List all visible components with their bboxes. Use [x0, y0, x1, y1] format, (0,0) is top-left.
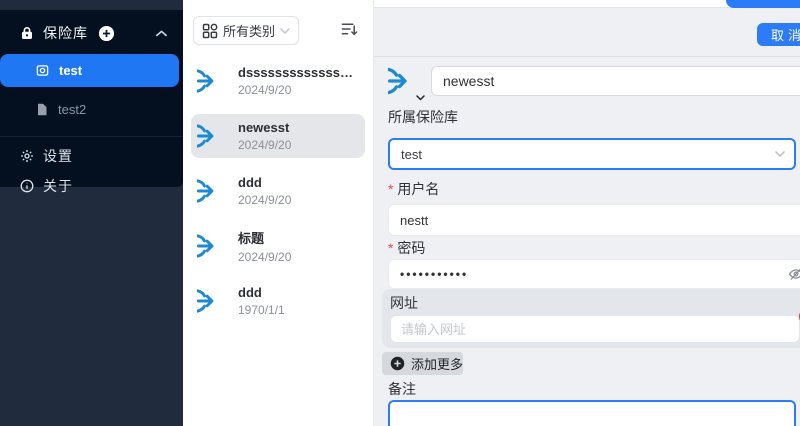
vault-select[interactable]: test: [388, 138, 796, 170]
login-entry-icon: [197, 66, 227, 96]
vault-header: 保险库: [0, 18, 183, 48]
chevron-down-icon: [416, 95, 425, 101]
detail-header: 取消: [374, 9, 800, 57]
entry-date: 1970/1/1: [238, 303, 285, 317]
plus-circle-icon: [390, 356, 405, 371]
vault-section-title: 保险库: [43, 25, 88, 41]
sort-button[interactable]: [341, 21, 358, 37]
add-more-button[interactable]: 添加更多: [382, 352, 464, 375]
login-entry-icon: [197, 121, 227, 151]
category-grid-icon: [202, 23, 218, 39]
lock-icon: [20, 26, 34, 40]
cancel-button[interactable]: 取消: [757, 23, 800, 46]
chevron-down-icon: [775, 151, 785, 157]
entry-row[interactable]: ddd 2024/9/20: [191, 169, 365, 213]
top-bar: [374, 0, 800, 8]
sidebar-item-vault-test2[interactable]: test2: [0, 93, 179, 126]
entry-title-input[interactable]: [431, 66, 800, 96]
url-input[interactable]: [390, 315, 800, 343]
category-filter-label: 所有类别: [223, 24, 276, 39]
add-vault-button[interactable]: [98, 25, 115, 42]
category-filter-dropdown[interactable]: 所有类别: [193, 16, 300, 45]
sidebar-item-settings[interactable]: 设置: [0, 141, 183, 171]
chevron-down-icon: [280, 27, 290, 34]
notes-field-label: 备注: [388, 381, 416, 397]
password-field: [388, 259, 800, 289]
menu-item-label: 关于: [43, 178, 73, 194]
add-more-label: 添加更多: [411, 357, 464, 372]
entry-title-row: [388, 64, 800, 101]
plus-circle-icon: [98, 25, 115, 42]
entry-type-icon[interactable]: [388, 64, 425, 101]
entry-row[interactable]: dsssssssssssssssssssssssssssssss 2024/9/…: [191, 59, 365, 103]
vault-item-label: test: [59, 63, 83, 78]
entry-list-column: 所有类别 dsssssssssssssssssssssssssssssss 20…: [183, 0, 374, 426]
sidebar-item-vault-test[interactable]: test: [0, 54, 179, 87]
info-circle-icon: [20, 179, 34, 193]
login-entry-icon: [197, 231, 227, 261]
notes-textarea[interactable]: [388, 400, 796, 426]
entry-row-selected[interactable]: newesst 2024/9/20: [191, 114, 365, 158]
vault-panel: 保险库 test test2 设置 关于: [0, 10, 183, 194]
entry-title: ddd: [238, 175, 262, 190]
entry-date: 2024/9/20: [238, 250, 292, 264]
entry-row[interactable]: 标题 2024/9/20: [191, 224, 365, 268]
entry-title: ddd: [238, 285, 262, 300]
entry-title: 标题: [238, 231, 265, 246]
entry-date: 2024/9/20: [238, 138, 292, 152]
url-field-group: 网址: [382, 289, 800, 348]
login-entry-icon: [197, 176, 227, 206]
password-field-label: 密码: [388, 241, 800, 255]
collapse-vaults-button[interactable]: [156, 30, 167, 37]
username-field-label: 用户名: [388, 182, 800, 196]
toggle-password-button[interactable]: [788, 266, 800, 282]
sidebar-divider: [0, 136, 183, 137]
sidebar: 保险库 test test2 设置 关于: [0, 0, 183, 426]
sidebar-item-about[interactable]: 关于: [0, 171, 183, 201]
menu-item-label: 设置: [43, 148, 73, 164]
entry-form: 所属保险库 test 用户名 密码 网址: [382, 58, 800, 426]
entry-title: dsssssssssssssssssssssssssssssss: [238, 65, 359, 80]
entry-date: 2024/9/20: [238, 193, 292, 207]
entry-row[interactable]: ddd 1970/1/1: [191, 279, 365, 323]
chevron-up-icon: [156, 30, 167, 37]
vault-item-label: test2: [58, 102, 87, 117]
entry-title: newesst: [238, 120, 290, 135]
save-button-fragment[interactable]: [726, 0, 800, 8]
gear-icon: [20, 149, 34, 163]
safe-icon: [36, 64, 49, 77]
eye-off-icon: [788, 266, 800, 282]
password-input[interactable]: [388, 259, 800, 289]
sort-icon: [341, 21, 358, 37]
username-input[interactable]: [388, 204, 800, 236]
url-field-label: 网址: [390, 295, 418, 311]
login-entry-icon: [197, 286, 227, 316]
vault-field-label: 所属保险库: [388, 109, 458, 125]
vault-select-value: test: [401, 146, 422, 162]
entry-list: dsssssssssssssssssssssssssssssss 2024/9/…: [183, 59, 373, 323]
entry-detail-panel: 取消 所属保险库 test 用户名 密码: [374, 0, 800, 426]
file-icon: [36, 103, 48, 116]
entry-date: 2024/9/20: [238, 83, 292, 97]
